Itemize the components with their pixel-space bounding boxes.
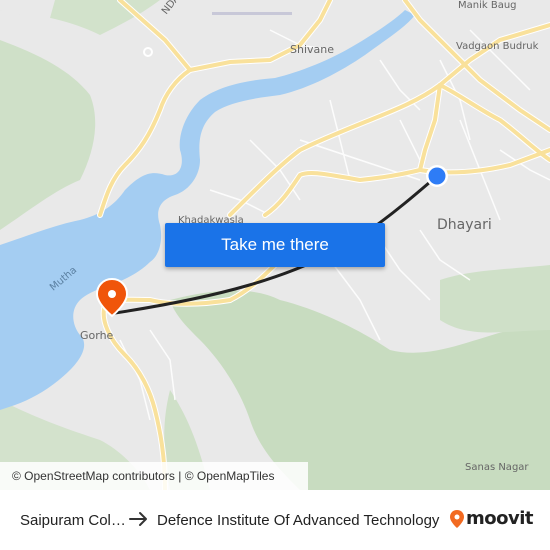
origin-stop-name: Saipuram Colony xyxy=(20,512,130,529)
map[interactable]: NDA Road Shivane Manik Baug Vadgaon Budr… xyxy=(0,0,550,490)
origin-marker xyxy=(426,165,448,187)
take-me-there-button[interactable]: Take me there xyxy=(165,223,385,267)
arrow-right-icon xyxy=(128,509,150,534)
moovit-pin-icon xyxy=(450,509,464,528)
map-label-sanas-nagar: Sanas Nagar xyxy=(465,462,529,473)
destination-stop-name: Defence Institute Of Advanced Technology xyxy=(157,512,440,529)
map-label-vadgaon-budruk: Vadgaon Budruk xyxy=(456,41,539,52)
moovit-logo[interactable]: moovit xyxy=(450,508,534,529)
map-label-gorhe: Gorhe xyxy=(80,329,114,342)
map-label-dhayari: Dhayari xyxy=(437,217,492,233)
map-attribution[interactable]: © OpenStreetMap contributors | © OpenMap… xyxy=(0,462,308,490)
map-label-shivane: Shivane xyxy=(290,43,334,56)
map-label-manik-baug: Manik Baug xyxy=(458,0,517,11)
footer: Saipuram Colony Defence Institute Of Adv… xyxy=(0,490,550,550)
brand-name: moovit xyxy=(466,508,534,529)
